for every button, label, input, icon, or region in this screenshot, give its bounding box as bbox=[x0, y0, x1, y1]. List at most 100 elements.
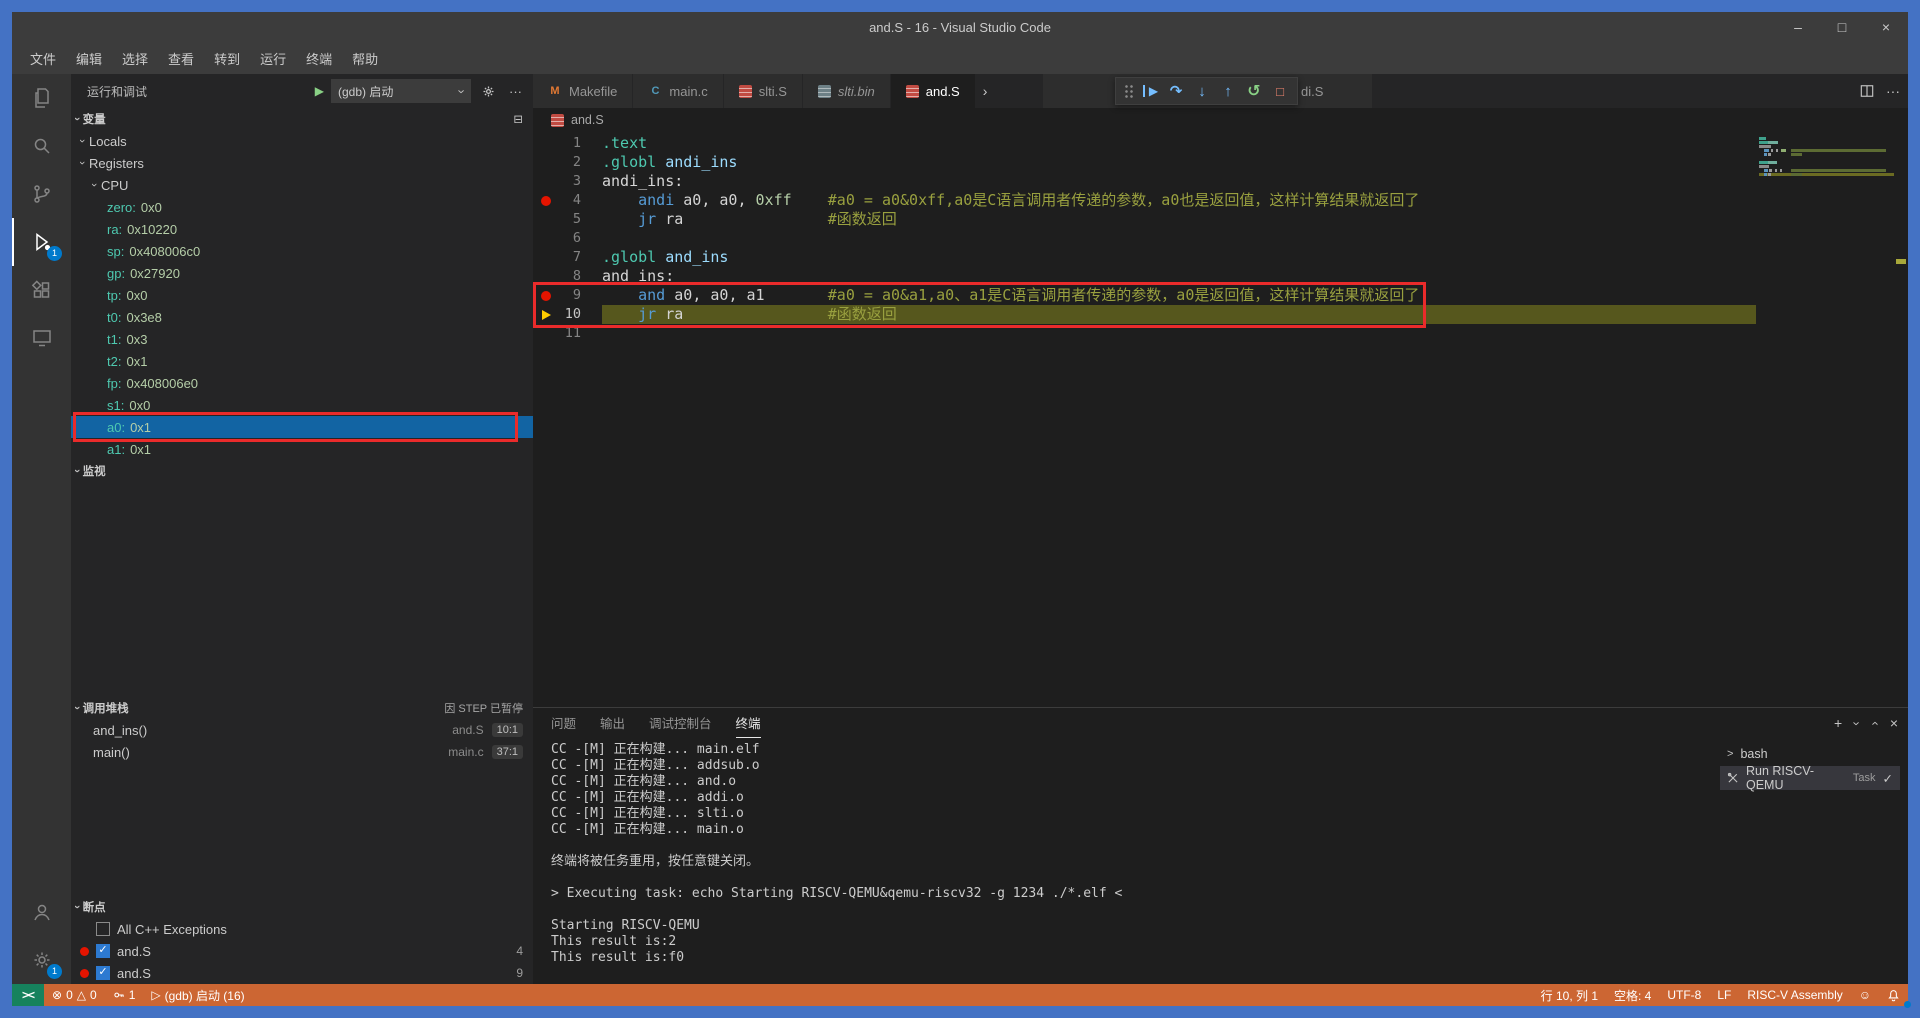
menu-item-1[interactable]: 编辑 bbox=[66, 49, 112, 68]
code-text[interactable]: andi_ins: bbox=[602, 172, 1756, 191]
gutter-margin[interactable] bbox=[533, 291, 559, 301]
breakpoint-dot[interactable] bbox=[541, 291, 551, 301]
menu-item-3[interactable]: 查看 bbox=[158, 49, 204, 68]
terminal-profile-chevron-icon[interactable]: › bbox=[1850, 721, 1865, 725]
terminal-item-bash[interactable]: > bash bbox=[1720, 742, 1900, 766]
register-row-zero[interactable]: zero:0x0 bbox=[71, 196, 533, 218]
register-row-tp[interactable]: tp:0x0 bbox=[71, 284, 533, 306]
remote-indicator[interactable]: >< bbox=[12, 984, 44, 1006]
code-text[interactable]: .globl and_ins bbox=[602, 248, 1756, 267]
problems-status[interactable]: ⊗ 0 △ 0 bbox=[44, 984, 105, 1006]
tab-overflow-chevron-icon[interactable]: › bbox=[976, 74, 995, 108]
menu-item-4[interactable]: 转到 bbox=[204, 49, 250, 68]
launch-config-select[interactable]: (gdb) 启动 › bbox=[331, 79, 471, 103]
step-out-button[interactable]: ↑ bbox=[1215, 79, 1241, 103]
overview-ruler[interactable] bbox=[1894, 132, 1908, 707]
variable-group-Registers[interactable]: ›Registers bbox=[71, 152, 533, 174]
debug-settings-gear-icon[interactable] bbox=[478, 84, 499, 99]
code-text[interactable]: jr ra #函数返回 bbox=[602, 305, 1756, 324]
code-text[interactable]: jr ra #函数返回 bbox=[602, 210, 1756, 229]
menu-item-5[interactable]: 运行 bbox=[250, 49, 296, 68]
tab-slti.S[interactable]: slti.S bbox=[724, 74, 803, 108]
drag-handle-icon[interactable] bbox=[1123, 83, 1134, 99]
close-panel-icon[interactable]: × bbox=[1890, 715, 1898, 731]
watch-section-header[interactable]: › 监视 bbox=[71, 460, 533, 482]
terminal-output[interactable]: CC -[M] 正在构建... main.elfCC -[M] 正在构建... … bbox=[533, 738, 1720, 984]
feedback-smiley-icon[interactable]: ☺ bbox=[1851, 984, 1879, 1006]
tab-slti.bin[interactable]: slti.bin bbox=[803, 74, 891, 108]
stack-frame-0[interactable]: and_ins()and.S10:1 bbox=[71, 719, 533, 741]
breakpoint-row-1[interactable]: ✓and.S4 bbox=[71, 940, 533, 962]
close-button[interactable]: × bbox=[1864, 12, 1908, 42]
panel-tab-终端[interactable]: 终端 bbox=[736, 708, 761, 738]
gutter-margin[interactable] bbox=[533, 196, 559, 206]
new-terminal-icon[interactable]: + bbox=[1834, 715, 1842, 731]
menu-item-2[interactable]: 选择 bbox=[112, 49, 158, 68]
explorer-icon[interactable] bbox=[12, 74, 71, 122]
register-row-t1[interactable]: t1:0x3 bbox=[71, 328, 533, 350]
step-over-button[interactable]: ↷ bbox=[1163, 79, 1189, 103]
breakpoint-checkbox[interactable]: ✓ bbox=[96, 944, 110, 958]
more-actions-icon[interactable]: ··· bbox=[1886, 83, 1900, 99]
variables-section-header[interactable]: › 变量 ⊟ bbox=[71, 108, 533, 130]
collapse-all-icon[interactable]: ⊟ bbox=[513, 112, 523, 126]
language-mode[interactable]: RISC-V Assembly bbox=[1739, 984, 1850, 1006]
debug-start-icon[interactable]: ▶ bbox=[315, 84, 324, 98]
code-text[interactable]: and a0, a0, a1 #a0 = a0&a1,a0、a1是C语言调用者传… bbox=[602, 286, 1756, 305]
breakpoints-section-header[interactable]: › 断点 bbox=[71, 896, 533, 918]
breakpoint-row-0[interactable]: All C++ Exceptions bbox=[71, 918, 533, 940]
panel-tab-调试控制台[interactable]: 调试控制台 bbox=[649, 708, 712, 738]
breakpoint-checkbox[interactable] bbox=[96, 922, 110, 936]
code-editor[interactable]: 1.text2.globl andi_ins3andi_ins:4 andi a… bbox=[533, 132, 1908, 707]
code-text[interactable]: .text bbox=[602, 134, 1756, 153]
maximize-panel-icon[interactable]: › bbox=[1867, 721, 1882, 725]
breadcrumb[interactable]: and.S bbox=[533, 108, 1908, 132]
remote-explorer-icon[interactable] bbox=[12, 314, 71, 362]
minimap[interactable] bbox=[1759, 132, 1894, 707]
code-text[interactable]: andi a0, a0, 0xff #a0 = a0&0xff,a0是C语言调用… bbox=[602, 191, 1756, 210]
accounts-icon[interactable] bbox=[12, 888, 71, 936]
variable-group-Locals[interactable]: ›Locals bbox=[71, 130, 533, 152]
menu-item-7[interactable]: 帮助 bbox=[342, 49, 388, 68]
code-text[interactable]: .globl andi_ins bbox=[602, 153, 1756, 172]
stop-button[interactable]: □ bbox=[1267, 79, 1293, 103]
tab-and.S[interactable]: and.S bbox=[891, 74, 976, 108]
indentation-status[interactable]: 空格: 4 bbox=[1606, 984, 1659, 1006]
run-debug-icon[interactable]: 1 bbox=[12, 218, 71, 266]
call-stack-section-header[interactable]: › 调用堆栈 因 STEP 已暂停 bbox=[71, 697, 533, 719]
register-row-fp[interactable]: fp:0x408006e0 bbox=[71, 372, 533, 394]
register-row-a1[interactable]: a1:0x1 bbox=[71, 438, 533, 460]
extensions-icon[interactable] bbox=[12, 266, 71, 314]
menu-item-0[interactable]: 文件 bbox=[20, 49, 66, 68]
register-row-ra[interactable]: ra:0x10220 bbox=[71, 218, 533, 240]
debug-session-status[interactable]: ▷ (gdb) 启动 (16) bbox=[143, 984, 252, 1006]
eol-status[interactable]: LF bbox=[1709, 984, 1739, 1006]
ports-status[interactable]: 1 bbox=[105, 984, 144, 1006]
breakpoint-row-2[interactable]: ✓and.S9 bbox=[71, 962, 533, 984]
menu-item-6[interactable]: 终端 bbox=[296, 49, 342, 68]
panel-tab-问题[interactable]: 问题 bbox=[551, 708, 576, 738]
code-text[interactable]: and_ins: bbox=[602, 267, 1756, 286]
variable-group-CPU[interactable]: ›CPU bbox=[71, 174, 533, 196]
register-row-t2[interactable]: t2:0x1 bbox=[71, 350, 533, 372]
gutter-margin[interactable] bbox=[533, 310, 559, 320]
step-into-button[interactable]: ↓ bbox=[1189, 79, 1215, 103]
panel-tab-输出[interactable]: 输出 bbox=[600, 708, 625, 738]
terminal-item-task[interactable]: Run RISCV-QEMU Task ✓ bbox=[1720, 766, 1900, 790]
register-row-a0[interactable]: a0:0x1 bbox=[71, 416, 533, 438]
stack-frame-1[interactable]: main()main.c37:1 bbox=[71, 741, 533, 763]
notifications-bell-icon[interactable] bbox=[1879, 984, 1908, 1006]
register-row-gp[interactable]: gp:0x27920 bbox=[71, 262, 533, 284]
breakpoint-checkbox[interactable]: ✓ bbox=[96, 966, 110, 980]
restart-button[interactable]: ↺ bbox=[1241, 79, 1267, 103]
continue-button[interactable]: ▶ bbox=[1137, 79, 1163, 103]
more-actions-icon[interactable]: ··· bbox=[506, 84, 525, 99]
split-editor-icon[interactable] bbox=[1860, 84, 1874, 98]
source-control-icon[interactable] bbox=[12, 170, 71, 218]
encoding-status[interactable]: UTF-8 bbox=[1659, 984, 1709, 1006]
register-row-sp[interactable]: sp:0x408006c0 bbox=[71, 240, 533, 262]
cursor-position[interactable]: 行 10, 列 1 bbox=[1533, 984, 1606, 1006]
minimize-button[interactable]: – bbox=[1776, 12, 1820, 42]
tab-main.c[interactable]: Cmain.c bbox=[633, 74, 723, 108]
search-icon[interactable] bbox=[12, 122, 71, 170]
